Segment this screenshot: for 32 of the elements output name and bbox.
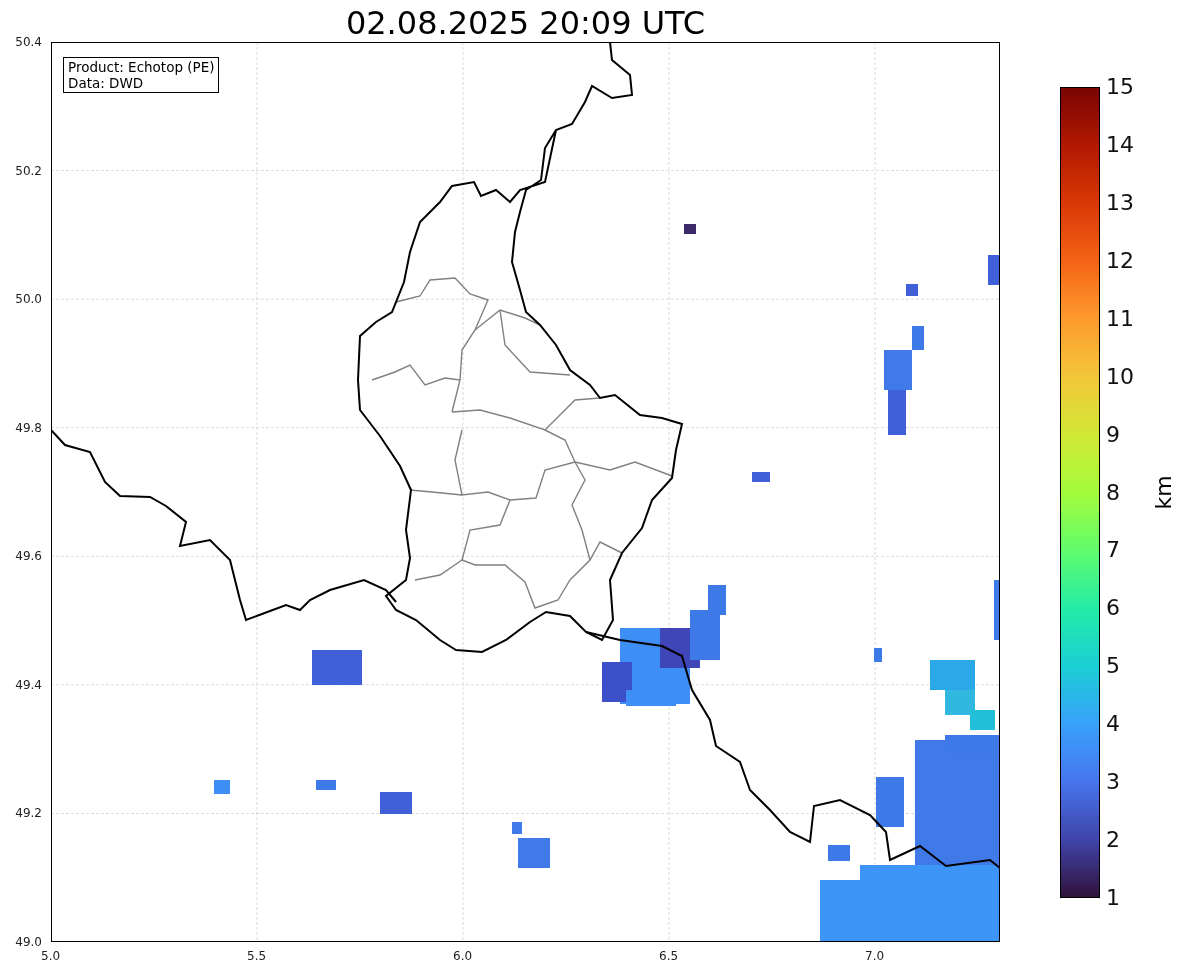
info-text: Data: DWD (68, 75, 145, 91)
colorbar-tick-label: 13 (1106, 191, 1134, 214)
colorbar-tick-label: 11 (1106, 307, 1134, 330)
colorbar-tick-label: 3 (1106, 771, 1120, 794)
x-tick-label: 5.5 (247, 949, 267, 963)
colorbar-tick-label: 1 (1106, 887, 1120, 909)
colorbar-tick-label: 7 (1106, 539, 1120, 562)
x-tick-label: 6.5 (659, 949, 679, 963)
colorbar-tick-label: 10 (1106, 365, 1134, 388)
y-tick-label: 49.8 (15, 420, 42, 435)
y-tick-label: 50.0 (15, 292, 42, 307)
colorbar-tick-label: 8 (1106, 481, 1120, 504)
colorbar-tick-label: 5 (1106, 655, 1120, 678)
colorbar-tick-label: 15 (1106, 76, 1134, 98)
y-tick-label: 49.2 (15, 806, 42, 821)
y-tick-label: 50.2 (15, 163, 42, 178)
colorbar-tick-label: 6 (1106, 597, 1120, 620)
y-tick-label: 50.4 (15, 35, 42, 49)
x-tick-label: 5.0 (41, 949, 61, 963)
colorbar-tick-label: 12 (1106, 249, 1134, 272)
info-text: Product: Echotop (PE) (68, 59, 215, 75)
colorbar-label: km (1150, 475, 1176, 510)
colorbar-tick-label: 4 (1106, 713, 1120, 736)
y-tick-label: 49.6 (15, 549, 42, 564)
colorbar-tick-label: 14 (1106, 133, 1134, 156)
y-tick-label: 49.4 (15, 677, 42, 692)
colorbar-tick-label: 2 (1106, 829, 1120, 852)
y-tick-label: 49.0 (15, 935, 42, 949)
chart-title: 02.08.2025 20:09 UTC (344, 3, 707, 42)
x-tick-label: 6.0 (453, 949, 473, 963)
colorbar-tick-label: 9 (1106, 423, 1120, 446)
x-tick-label: 7.0 (865, 949, 885, 963)
